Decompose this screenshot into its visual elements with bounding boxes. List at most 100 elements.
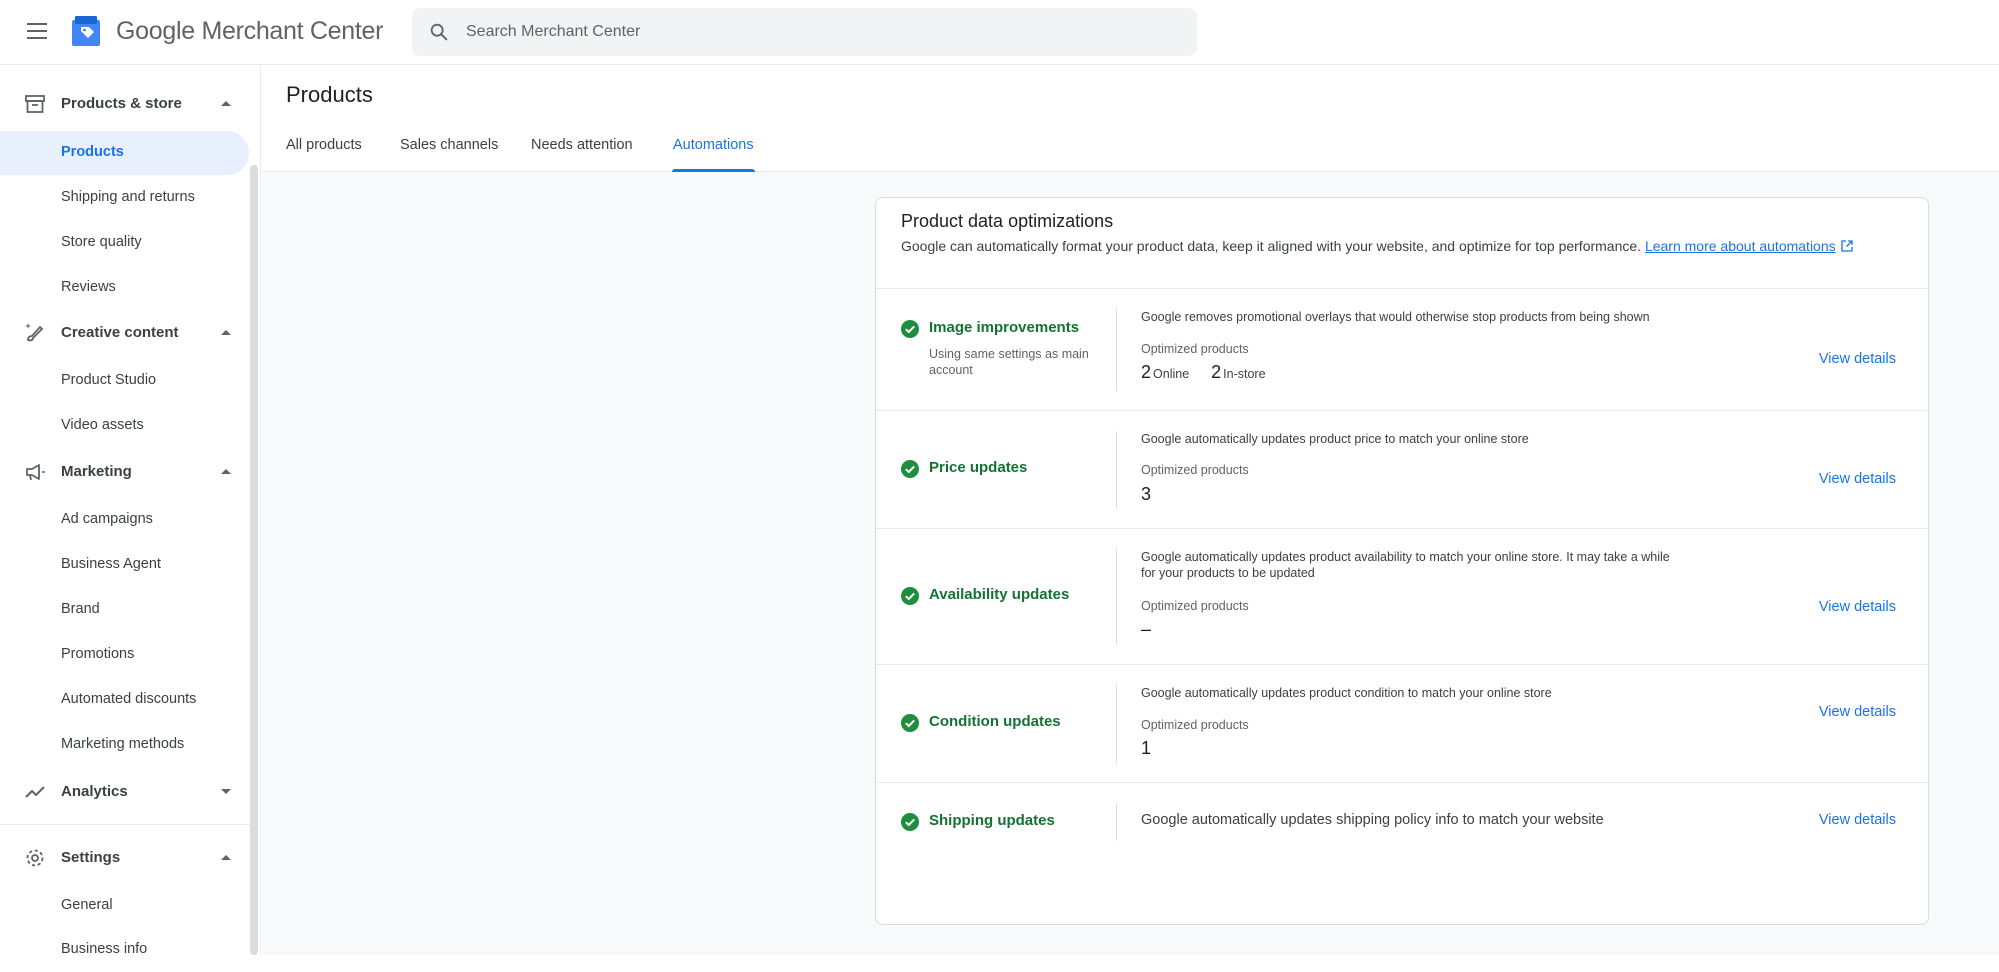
automation-subtitle: Using same settings as main account [929, 347, 1089, 377]
nav-section-label: Creative content [61, 324, 179, 341]
check-circle-icon [901, 460, 919, 478]
top-app-bar: Google Merchant Center [0, 0, 1999, 65]
automation-description: Google automatically updates product pri… [1141, 432, 1529, 446]
sidebar-item-ad-campaigns[interactable]: Ad campaigns [0, 498, 249, 542]
search-input[interactable] [466, 8, 1166, 56]
sidebar-item-store-quality[interactable]: Store quality [0, 221, 249, 265]
tab-needs-attention[interactable]: Needs attention [531, 137, 633, 172]
instore-count: 2 [1211, 362, 1222, 382]
sidebar-item-promotions[interactable]: Promotions [0, 633, 249, 677]
learn-more-link[interactable]: Learn more about automations [1645, 238, 1836, 254]
check-circle-icon [901, 587, 919, 605]
sidebar-item-label: Shipping and returns [61, 189, 195, 205]
sidebar-scrollbar[interactable] [250, 165, 258, 955]
optimized-products-value: – [1141, 619, 1152, 639]
row-divider [1116, 803, 1117, 841]
sidebar-item-label: General [61, 897, 113, 913]
search-icon [430, 23, 448, 41]
row-divider [1116, 431, 1117, 509]
automation-row-shipping-updates: Shipping updates Google automatically up… [876, 782, 1928, 860]
sidebar-item-label: Ad campaigns [61, 511, 153, 527]
view-details-link[interactable]: View details [1819, 471, 1896, 487]
view-details-link[interactable]: View details [1819, 599, 1896, 615]
expand-icon [221, 789, 231, 794]
nav-section-creative-content[interactable]: Creative content [0, 311, 250, 355]
sidebar-item-label: Reviews [61, 279, 116, 295]
card-description-text: Google can automatically format your pro… [901, 238, 1642, 254]
sidebar-item-business-agent[interactable]: Business Agent [0, 543, 249, 587]
automation-row-image-improvements: Image improvements Using same settings a… [876, 288, 1928, 410]
search-box[interactable] [412, 8, 1197, 56]
card-description: Google can automatically format your pro… [901, 236, 1861, 256]
tab-all-products[interactable]: All products [286, 137, 362, 172]
external-link-icon [1840, 240, 1853, 252]
page-header: Products All products Sales channels Nee… [262, 65, 1999, 172]
instore-label: In-store [1223, 367, 1266, 381]
sidebar-item-label: Automated discounts [61, 691, 197, 707]
row-divider [1116, 549, 1117, 645]
brush-icon [25, 323, 44, 342]
automation-title: Shipping updates [929, 812, 1055, 829]
nav-section-label: Settings [61, 849, 121, 866]
sidebar-item-label: Store quality [61, 234, 142, 250]
sidebar-item-automated-discounts[interactable]: Automated discounts [0, 678, 249, 722]
optimized-products-label: Optimized products [1141, 342, 1249, 356]
view-details-link[interactable]: View details [1819, 812, 1896, 828]
row-divider [1116, 309, 1117, 391]
sidebar-item-product-studio[interactable]: Product Studio [0, 359, 249, 403]
online-count: 2 [1141, 362, 1152, 382]
sidebar-item-label: Promotions [61, 646, 135, 662]
sidebar-item-label: Brand [61, 601, 100, 617]
sidebar-item-shipping-returns[interactable]: Shipping and returns [0, 176, 249, 220]
automation-description: Google automatically updates product ava… [1141, 550, 1670, 580]
automation-description: Google automatically updates product con… [1141, 686, 1552, 700]
collapse-icon [221, 101, 231, 106]
check-circle-icon [901, 813, 919, 831]
tab-automations[interactable]: Automations [672, 137, 755, 172]
sidebar-item-reviews[interactable]: Reviews [0, 266, 249, 310]
nav-section-analytics[interactable]: Analytics [0, 770, 250, 814]
nav-section-marketing[interactable]: Marketing [0, 450, 250, 494]
nav-section-settings[interactable]: Settings [0, 836, 250, 880]
menu-icon[interactable] [21, 20, 53, 44]
online-label: Online [1153, 367, 1190, 381]
card-title: Product data optimizations [901, 211, 1114, 231]
main-content: Products All products Sales channels Nee… [262, 65, 1999, 955]
megaphone-icon [26, 464, 45, 481]
view-details-link[interactable]: View details [1819, 704, 1896, 720]
tab-sales-channels[interactable]: Sales channels [400, 137, 498, 172]
automation-title: Image improvements [929, 319, 1080, 336]
automation-description: Google automatically updates shipping po… [1141, 812, 1604, 828]
sidebar-item-video-assets[interactable]: Video assets [0, 404, 249, 448]
automation-row-condition-updates: Condition updates Google automatically u… [876, 664, 1928, 782]
nav-section-products-store[interactable]: Products & store [0, 82, 250, 126]
sidebar-divider [0, 824, 250, 825]
sidebar-item-products[interactable]: Products [0, 131, 249, 175]
automation-title: Price updates [929, 459, 1028, 476]
optimized-products-value: 3 [1141, 484, 1152, 504]
optimized-products-label: Optimized products [1141, 718, 1249, 732]
sidebar-item-business-info[interactable]: Business info [0, 928, 249, 972]
trending-icon [25, 786, 45, 798]
nav-section-label: Products & store [61, 95, 182, 112]
sidebar-item-general[interactable]: General [0, 884, 249, 928]
sidebar-item-marketing-methods[interactable]: Marketing methods [0, 723, 249, 767]
sidebar-item-label: Product Studio [61, 372, 157, 388]
view-details-link[interactable]: View details [1819, 351, 1896, 367]
optimized-products-label: Optimized products [1141, 463, 1249, 477]
automation-row-price-updates: Price updates Google automatically updat… [876, 410, 1928, 528]
brand-name: Google Merchant Center [116, 17, 384, 45]
sidebar-nav: Products & store Products Shipping and r… [0, 65, 261, 957]
automation-row-availability-updates: Availability updates Google automaticall… [876, 528, 1928, 664]
sidebar-item-label: Business Agent [61, 556, 161, 572]
collapse-icon [221, 855, 231, 860]
optimized-products-value: 2 Online 2 In-store [1141, 362, 1288, 383]
nav-section-label: Marketing [61, 463, 132, 480]
sidebar-item-label: Marketing methods [61, 736, 185, 752]
optimized-products-label: Optimized products [1141, 599, 1249, 613]
learn-more-label: Learn more about automations [1644, 238, 1836, 254]
automation-description: Google removes promotional overlays that… [1141, 310, 1650, 324]
sidebar-item-brand[interactable]: Brand [0, 588, 249, 632]
sidebar-item-label: Video assets [61, 417, 144, 433]
optimized-products-value: 1 [1141, 738, 1152, 758]
